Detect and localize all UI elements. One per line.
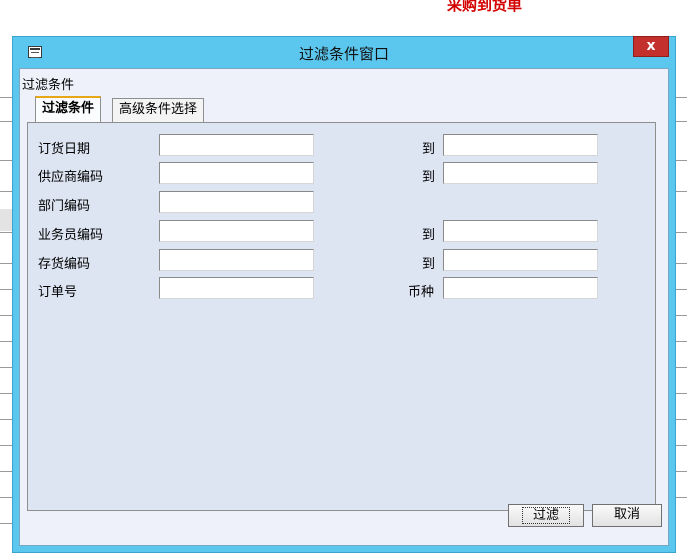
order-date-to-input[interactable] (443, 134, 598, 156)
order-no-label: 订单号 (38, 285, 78, 300)
tab-filter-conditions[interactable]: 过滤条件 (35, 96, 102, 122)
inventory-code-to-label: 到 (422, 257, 436, 272)
salesman-code-to-input[interactable] (443, 220, 598, 242)
supplier-code-to-input[interactable] (443, 162, 598, 184)
dept-code-input[interactable] (159, 191, 314, 213)
currency-input[interactable] (443, 277, 598, 299)
supplier-code-from-input[interactable] (159, 162, 314, 184)
filter-button[interactable]: 过滤 (508, 504, 584, 527)
close-button[interactable]: x (633, 36, 669, 57)
salesman-code-to-label: 到 (422, 228, 436, 243)
order-date-to-label: 到 (422, 142, 436, 157)
salesman-code-label: 业务员编码 (38, 228, 104, 243)
inventory-code-label: 存货编码 (38, 257, 91, 272)
inventory-code-from-input[interactable] (159, 249, 314, 271)
dialog-titlebar[interactable]: 过滤条件窗口 x (13, 36, 675, 67)
group-label: 过滤条件 (22, 78, 75, 93)
filter-button-label: 过滤 (521, 507, 570, 524)
order-date-from-input[interactable] (159, 134, 314, 156)
currency-label: 币种 (408, 285, 435, 300)
order-no-input[interactable] (159, 277, 314, 299)
salesman-code-from-input[interactable] (159, 220, 314, 242)
cancel-button[interactable]: 取消 (592, 504, 662, 527)
tab-advanced-conditions[interactable]: 高级条件选择 (112, 98, 205, 122)
dept-code-label: 部门编码 (38, 199, 91, 214)
inventory-code-to-input[interactable] (443, 249, 598, 271)
tab-panel-filter: 订货日期 到 供应商编码 到 部门编码 业务员编码 到 存货编码 到 订单号 币… (27, 122, 656, 511)
order-date-label: 订货日期 (38, 142, 91, 157)
supplier-code-to-label: 到 (422, 170, 436, 185)
dialog-client-area: 过滤条件 过滤条件 高级条件选择 订货日期 到 供应商编码 到 部门编码 业务员… (19, 68, 669, 546)
supplier-code-label: 供应商编码 (38, 170, 104, 185)
dialog-title: 过滤条件窗口 (298, 45, 389, 63)
filter-dialog: 过滤条件窗口 x 过滤条件 过滤条件 高级条件选择 订货日期 到 供应商编码 到… (12, 36, 676, 553)
